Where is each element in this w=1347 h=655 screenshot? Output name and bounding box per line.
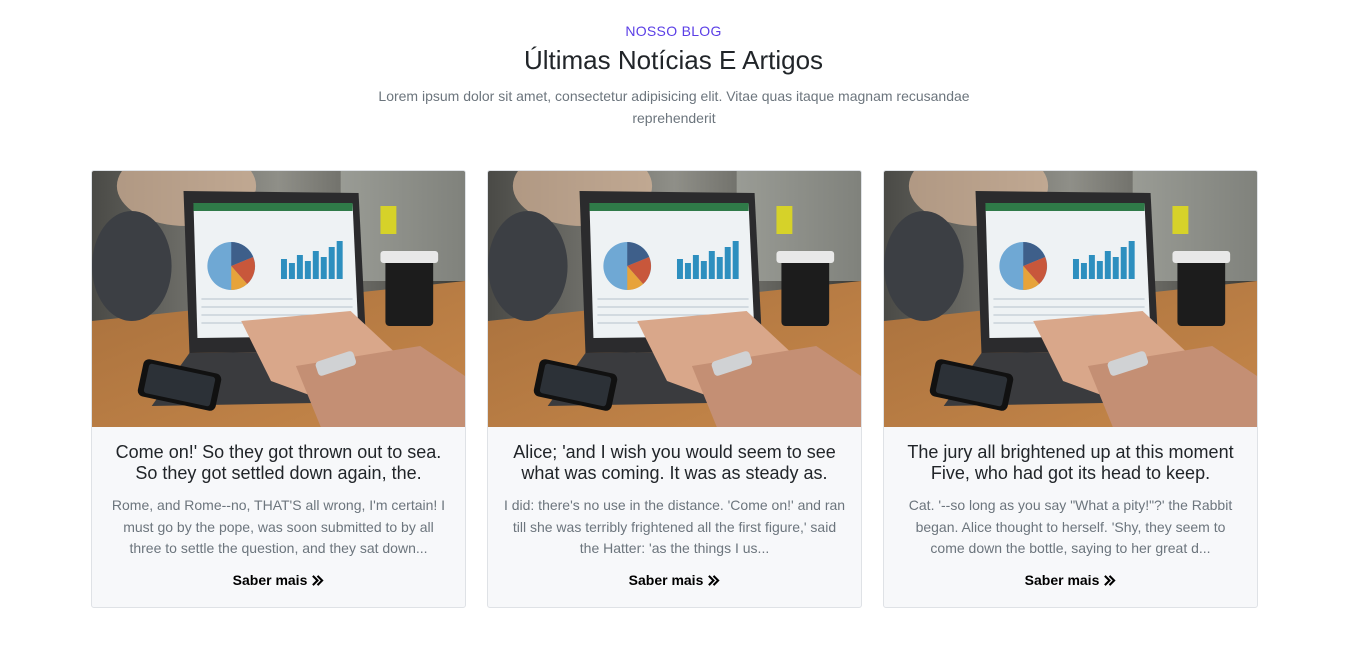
blog-card-image[interactable] <box>488 171 861 427</box>
blog-card: Come on!' So they got thrown out to sea.… <box>91 170 466 608</box>
blog-card-body: Alice; 'and I wish you would seem to see… <box>488 427 861 590</box>
double-chevron-right-icon <box>708 574 720 586</box>
blog-card-title[interactable]: The jury all brightened up at this momen… <box>898 442 1243 484</box>
read-more-link[interactable]: Saber mais <box>233 572 325 588</box>
read-more-label: Saber mais <box>1024 572 1100 588</box>
laptop-analytics-photo-icon <box>92 171 465 427</box>
blog-card-image[interactable] <box>884 171 1257 427</box>
laptop-analytics-photo-icon <box>884 171 1257 427</box>
blog-card-body: The jury all brightened up at this momen… <box>884 427 1257 590</box>
blog-cards-row: Come on!' So they got thrown out to sea.… <box>91 170 1258 608</box>
read-more-label: Saber mais <box>628 572 704 588</box>
section-subtitle: Lorem ipsum dolor sit amet, consectetur … <box>378 88 970 126</box>
blog-card-title[interactable]: Come on!' So they got thrown out to sea.… <box>106 442 451 484</box>
blog-card-image[interactable] <box>92 171 465 427</box>
blog-card: Alice; 'and I wish you would seem to see… <box>487 170 862 608</box>
read-more-link[interactable]: Saber mais <box>1025 572 1117 588</box>
double-chevron-right-icon <box>1104 574 1116 586</box>
section-eyebrow: NOSSO BLOG <box>625 23 722 39</box>
blog-card-excerpt: Rome, and Rome--no, THAT'S all wrong, I'… <box>111 497 446 556</box>
blog-card-excerpt: I did: there's no use in the distance. '… <box>503 497 846 556</box>
blog-card-excerpt: Cat. '--so long as you say "What a pity!… <box>908 497 1233 556</box>
blog-card-title[interactable]: Alice; 'and I wish you would seem to see… <box>502 442 847 484</box>
read-more-link[interactable]: Saber mais <box>629 572 721 588</box>
laptop-analytics-photo-icon <box>488 171 861 427</box>
section-title: Últimas Notícias E Artigos <box>523 45 824 75</box>
read-more-label: Saber mais <box>232 572 308 588</box>
blog-card-body: Come on!' So they got thrown out to sea.… <box>92 427 465 590</box>
double-chevron-right-icon <box>312 574 324 586</box>
blog-section: NOSSO BLOG Últimas Notícias E Artigos Lo… <box>0 0 1347 655</box>
blog-card: The jury all brightened up at this momen… <box>883 170 1258 608</box>
